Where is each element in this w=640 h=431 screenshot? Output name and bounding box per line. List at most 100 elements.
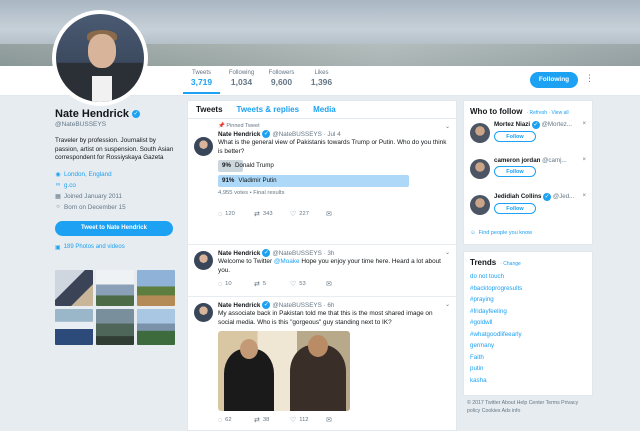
trend-item[interactable]: do not touch (470, 271, 586, 283)
trend-item[interactable]: #goldwll (470, 317, 586, 329)
tweet-avatar[interactable] (194, 137, 213, 156)
follow-button[interactable]: Follow (494, 166, 536, 177)
tweet-author-name[interactable]: Nate Hendrick (218, 250, 260, 257)
profile-avatar[interactable] (52, 10, 148, 106)
tab-tweets-replies[interactable]: Tweets & replies (237, 105, 300, 114)
stat-following[interactable]: Following 1,034 (223, 70, 260, 94)
dismiss-icon[interactable]: × (582, 193, 586, 199)
tab-media[interactable]: Media (313, 105, 336, 114)
verified-badge-icon: ✓ (262, 249, 271, 257)
follow-button[interactable]: Follow (494, 203, 536, 214)
suggestion-avatar[interactable] (470, 123, 490, 143)
dm-button[interactable]: ✉ (326, 416, 362, 424)
verified-badge-icon: ✓ (543, 193, 552, 201)
follow-button[interactable]: Follow (494, 131, 536, 142)
retweet-button[interactable]: ⇄ 38 (254, 416, 290, 424)
photos-videos-link[interactable]: ▣ 189 Photos and videos (55, 244, 180, 251)
chevron-down-icon[interactable]: ⌄ (445, 249, 450, 256)
tweet-text-part: Welcome to Twitter (218, 258, 274, 265)
stat-label: Following (228, 70, 255, 76)
trend-item[interactable]: #whatgoodlifeearly (470, 329, 586, 341)
stat-followers[interactable]: Followers 9,600 (263, 70, 300, 94)
mention-link[interactable]: @Moake (274, 258, 300, 265)
tweet-text: Welcome to Twitter @Moake Hope you enjoy… (218, 258, 450, 275)
profile-name-row: Nate Hendrick ✓ (55, 108, 180, 120)
tweet[interactable]: Nate Hendrick ✓ @NateBUSSEYS · 3h ⌄ Welcom… (188, 245, 456, 297)
chevron-down-icon[interactable]: ⌄ (445, 123, 450, 130)
profile-handle[interactable]: @NateBUSSEYS (55, 121, 180, 128)
stat-likes[interactable]: Likes 1,396 (303, 70, 340, 94)
tweet-text: What is the general view of Pakistanis t… (218, 139, 447, 155)
profile-name[interactable]: Nate Hendrick (55, 108, 129, 120)
envelope-icon: ✉ (326, 417, 332, 424)
photo-thumbnail[interactable] (96, 309, 134, 345)
poll-label: Vladimir Putin (238, 177, 277, 184)
who-to-follow-title: Who to follow (470, 107, 523, 116)
dismiss-icon[interactable]: × (582, 157, 586, 163)
like-button[interactable]: ♡ 227 (290, 210, 326, 218)
tab-tweets[interactable]: Tweets (196, 105, 223, 114)
trend-item[interactable]: #praying (470, 294, 586, 306)
trend-item[interactable]: #backtoprogresults (470, 283, 586, 295)
reply-button[interactable]: ◌ 10 (218, 280, 254, 288)
photo-thumbnail[interactable] (96, 270, 134, 306)
reply-button[interactable]: ◌ 120 (218, 210, 254, 218)
trends-module: Trends · Change do not touch #backtoprogr… (463, 251, 593, 396)
tweet-author-handle[interactable]: @NateBUSSEYS · Jul 4 (272, 131, 340, 138)
website-text: g.co (64, 181, 76, 189)
chevron-down-icon[interactable]: ⌄ (445, 301, 450, 308)
tweet-actions: ◌ 10 ⇄ 5 ♡ 53 ✉ (218, 280, 450, 289)
tweet[interactable]: Nate Hendrick ✓ @NateBUSSEYS · 6h ⌄ My ass… (188, 297, 456, 428)
trend-item[interactable]: putin (470, 363, 586, 375)
profile-location[interactable]: ◉ London, England (55, 169, 180, 180)
tweet-header: Nate Hendrick ✓ @NateBUSSEYS · Jul 4 (218, 130, 450, 138)
suggestion-name[interactable]: Mortez Niazi ✓ @Mortez... (494, 121, 586, 129)
trends-change-link[interactable]: · Change (500, 261, 521, 267)
trend-item[interactable]: Faith (470, 352, 586, 364)
tweet-author-handle[interactable]: @NateBUSSEYS · 6h (272, 302, 334, 309)
profile-website[interactable]: ∞ g.co (55, 180, 180, 191)
retweet-button[interactable]: ⇄ 5 (254, 280, 290, 288)
tweet-author-handle[interactable]: @NateBUSSEYS · 3h (272, 250, 334, 257)
dm-button[interactable]: ✉ (326, 280, 362, 288)
trend-item[interactable]: #fridayfeeling (470, 306, 586, 318)
tweet-author-name[interactable]: Nate Hendrick (218, 302, 260, 309)
suggestion-avatar[interactable] (470, 159, 490, 179)
photo-thumbnail[interactable] (137, 270, 175, 306)
suggestion-name[interactable]: cameron jordan @camj... (494, 157, 586, 164)
stat-label: Tweets (191, 70, 211, 76)
photo-thumbnail[interactable] (55, 270, 93, 306)
tweet-avatar[interactable] (194, 303, 213, 322)
reply-button[interactable]: ◌ 62 (218, 416, 254, 424)
tweet-author-name[interactable]: Nate Hendrick (218, 131, 260, 138)
tweet-avatar[interactable] (194, 251, 213, 270)
stat-value: 1,034 (230, 77, 253, 87)
photo-thumbnail[interactable] (137, 309, 175, 345)
trend-item[interactable]: germany (470, 340, 586, 352)
dismiss-icon[interactable]: × (582, 121, 586, 127)
like-button[interactable]: ♡ 53 (290, 280, 326, 288)
footer-links[interactable]: © 2017 Twitter About Help Center Terms P… (467, 400, 592, 415)
tweet-text: My associate back in Pakistan told me th… (218, 310, 433, 326)
retweet-icon: ⇄ (254, 281, 260, 288)
stat-tweets[interactable]: Tweets 3,719 (183, 70, 220, 94)
suggestion-name[interactable]: Jedidiah Collins ✓ @Jed... (494, 193, 586, 201)
tweet-image[interactable] (218, 331, 350, 411)
suggestion-avatar[interactable] (470, 195, 490, 215)
dm-button[interactable]: ✉ (326, 210, 362, 218)
verified-badge-icon: ✓ (262, 130, 271, 138)
following-button[interactable]: Following (530, 72, 578, 88)
poll: 9% Donald Trump 91% Vladimir Putin 4,955 v… (218, 160, 450, 196)
find-people-link[interactable]: ☺ Find people you know (470, 230, 586, 236)
refresh-view-all-link[interactable]: · Refresh · View all (526, 110, 568, 116)
reply-icon: ◌ (218, 280, 223, 288)
trend-item[interactable]: kasha (470, 375, 586, 387)
photo-thumbnail[interactable] (55, 309, 93, 345)
more-options-icon[interactable]: ⋮ (585, 73, 594, 84)
location-pin-icon: ◉ (55, 171, 61, 178)
retweet-button[interactable]: ⇄ 343 (254, 210, 290, 218)
tweet-pinned[interactable]: 📌 Pinned Tweet Nate Hendrick ✓ @NateBUSSEY… (188, 119, 456, 245)
like-button[interactable]: ♡ 112 (290, 416, 326, 424)
retweet-icon: ⇄ (254, 211, 260, 218)
tweet-to-button[interactable]: Tweet to Nate Hendrick (55, 220, 173, 236)
